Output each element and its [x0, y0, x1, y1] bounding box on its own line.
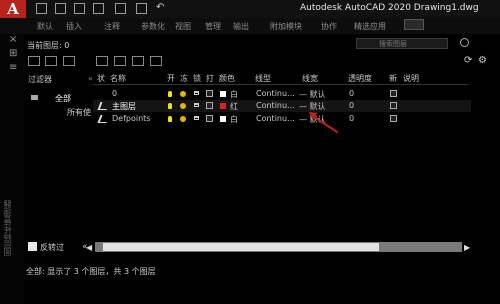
bulb-on-icon[interactable]	[168, 91, 172, 97]
filter-all[interactable]: 全部	[55, 93, 71, 104]
tab-insert[interactable]: 插入	[66, 21, 82, 32]
tab-addins[interactable]: 附加模块	[270, 21, 302, 32]
layer-name[interactable]: 主图层	[112, 101, 136, 112]
search-icon[interactable]	[460, 38, 469, 47]
current-layer-label: 当前图层: 0	[27, 41, 70, 50]
col-name[interactable]: 名称	[110, 73, 126, 84]
tree-node-icon	[31, 95, 38, 100]
color-name[interactable]: 白	[230, 89, 238, 100]
tab-annotate[interactable]: 注释	[104, 21, 120, 32]
new-group-filter-icon[interactable]	[45, 56, 57, 66]
bulb-on-icon[interactable]	[168, 103, 172, 109]
sun-thaw-icon[interactable]	[180, 116, 186, 122]
refresh-icon[interactable]: ⟳	[464, 55, 472, 66]
col-transparency[interactable]: 透明度	[348, 73, 372, 84]
filters-header: 过滤器	[28, 75, 52, 84]
new-layer-vp-frozen-icon[interactable]	[114, 56, 126, 66]
properties-icon[interactable]: ≡	[9, 62, 17, 73]
filter-all-used[interactable]: 所有使	[67, 107, 91, 118]
sun-thaw-icon[interactable]	[180, 103, 186, 109]
plot-icon[interactable]	[206, 102, 213, 109]
tab-parametric[interactable]: 参数化	[141, 21, 165, 32]
col-lineweight[interactable]: 线宽	[302, 73, 318, 84]
layer-states-icon[interactable]	[63, 56, 75, 66]
linetype[interactable]: Continu...	[256, 89, 295, 98]
unlock-icon[interactable]	[194, 103, 199, 107]
linetype[interactable]: Continu...	[256, 114, 295, 123]
transparency[interactable]: 0	[349, 114, 354, 123]
palette-side-strip	[0, 34, 24, 304]
plot-icon[interactable]	[206, 90, 213, 97]
search-input[interactable]: 搜索图层	[356, 38, 448, 49]
col-description[interactable]: 说明	[403, 73, 419, 84]
transparency[interactable]: 0	[349, 101, 354, 110]
col-plot[interactable]: 打	[206, 73, 214, 84]
tab-featured-apps[interactable]: 精选应用	[354, 21, 386, 32]
tab-collaborate[interactable]: 协作	[321, 21, 337, 32]
delete-layer-icon[interactable]	[132, 56, 144, 66]
col-linetype[interactable]: 线型	[255, 73, 271, 84]
col-status[interactable]: 状	[97, 73, 105, 84]
bulb-on-icon[interactable]	[168, 116, 172, 122]
web-mobile-icon[interactable]	[115, 3, 126, 14]
tab-manage[interactable]: 管理	[205, 21, 221, 32]
save-icon[interactable]	[74, 3, 85, 14]
palette-title: 图层特性管理器	[3, 200, 12, 256]
col-new-vp-freeze[interactable]: 新	[389, 73, 397, 84]
unlock-icon[interactable]	[194, 116, 199, 120]
invert-filter-checkbox[interactable]	[28, 242, 37, 251]
no-plot-icon[interactable]	[206, 115, 213, 122]
new-layer-icon[interactable]	[96, 56, 108, 66]
settings-icon[interactable]: ⚙	[478, 55, 487, 66]
color-name[interactable]: 白	[230, 114, 238, 125]
pin-icon[interactable]: ⊞	[9, 48, 17, 59]
status-line: 全部: 显示了 3 个图层，共 3 个图层	[26, 267, 156, 276]
sun-thaw-icon[interactable]	[180, 91, 186, 97]
color-swatch[interactable]	[220, 103, 226, 109]
save-as-icon[interactable]	[93, 3, 104, 14]
print-icon[interactable]	[136, 3, 147, 14]
new-vp-freeze-icon[interactable]	[390, 90, 397, 97]
linetype[interactable]: Continu...	[256, 101, 295, 110]
layer-name[interactable]: 0	[112, 89, 117, 98]
unlock-icon[interactable]	[194, 91, 199, 95]
col-color[interactable]: 颜色	[219, 73, 235, 84]
transparency[interactable]: 0	[349, 89, 354, 98]
lineweight[interactable]: — 默认	[299, 89, 326, 100]
color-swatch[interactable]	[220, 91, 226, 97]
open-file-icon[interactable]	[55, 3, 66, 14]
tab-view[interactable]: 视图	[175, 21, 191, 32]
col-on[interactable]: 开	[167, 73, 175, 84]
scroll-left-arrow-icon[interactable]: ◀	[86, 243, 92, 252]
col-freeze[interactable]: 冻	[180, 73, 188, 84]
invert-filter-label: 反转过	[40, 243, 64, 252]
new-vp-freeze-icon[interactable]	[390, 115, 397, 122]
scrollbar-thumb[interactable]	[103, 243, 379, 251]
scroll-right-arrow-icon[interactable]: ▶	[464, 243, 470, 252]
new-file-icon[interactable]	[36, 3, 47, 14]
color-name[interactable]: 红	[230, 101, 238, 112]
undo-icon[interactable]: ↶	[156, 2, 164, 13]
ribbon-toggle-button[interactable]	[404, 19, 424, 30]
autocad-logo-icon[interactable]: A	[0, 0, 26, 18]
layer-name[interactable]: Defpoints	[112, 114, 150, 123]
col-lock[interactable]: 锁	[193, 73, 201, 84]
close-icon[interactable]: ×	[9, 34, 17, 45]
new-property-filter-icon[interactable]	[28, 56, 40, 66]
new-vp-freeze-icon[interactable]	[390, 102, 397, 109]
color-swatch[interactable]	[220, 116, 226, 122]
set-current-icon[interactable]	[150, 56, 162, 66]
window-title: Autodesk AutoCAD 2020 Drawing1.dwg	[300, 3, 479, 13]
tab-output[interactable]: 输出	[233, 21, 249, 32]
tab-default[interactable]: 默认	[37, 21, 53, 32]
